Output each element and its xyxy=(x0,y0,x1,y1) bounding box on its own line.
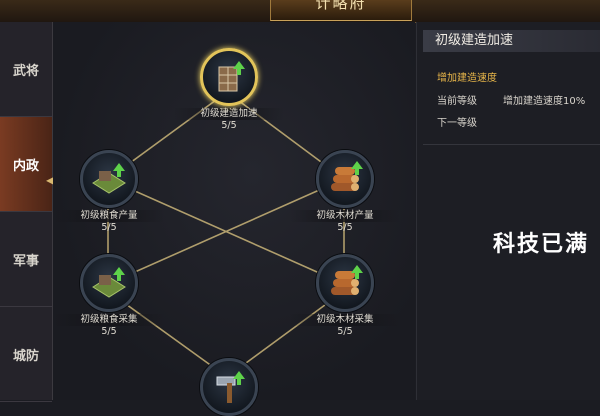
tech-node-build-speed-button[interactable] xyxy=(200,48,258,106)
current-level-label: 当前等级 xyxy=(437,96,477,107)
tech-maxed-status: 科技已满 xyxy=(493,232,590,257)
tech-node-level: 5/5 xyxy=(101,326,117,337)
hammer-icon xyxy=(216,371,245,403)
tab-military[interactable]: 军事 xyxy=(0,212,52,307)
tech-node-label: 初级粮食采集 xyxy=(54,314,164,326)
detail-title: 初级建造加速 xyxy=(423,30,600,52)
tech-node-label: 初级木材采集 xyxy=(290,314,400,326)
tech-detail-panel: 初级建造加速 增加建造速度 当前等级 增加建造速度10% 下一等级 科技已满 xyxy=(416,22,600,400)
tech-node-wood-output[interactable]: 初级木材产量 5/5 xyxy=(290,150,400,234)
tech-node-level: 5/5 xyxy=(337,326,353,337)
tech-node-level: 5/5 xyxy=(337,222,353,233)
tech-node-grain-gather[interactable]: 初级粮食采集 5/5 xyxy=(54,254,164,338)
page-title: 计略府 xyxy=(315,0,367,12)
page-title-plate: 计略府 xyxy=(270,0,412,21)
tech-node-label: 初级建造加速 xyxy=(174,108,284,120)
detail-divider xyxy=(423,144,600,145)
detail-subtitle: 增加建造速度 xyxy=(437,73,497,84)
top-bar: 计略府 xyxy=(0,0,600,23)
tech-node-level: 5/5 xyxy=(221,120,237,131)
grain-field-icon xyxy=(92,163,126,194)
tech-node-label: 初级木材产量 xyxy=(290,210,400,222)
tech-node-build-speed[interactable]: 初级建造加速 5/5 xyxy=(174,48,284,132)
tech-node-grain-output[interactable]: 初级粮食产量 5/5 xyxy=(54,150,164,234)
tech-node-wood-gather[interactable]: 初级木材采集 5/5 xyxy=(290,254,400,338)
next-level-label: 下一等级 xyxy=(437,118,477,129)
tech-node-wood-gather-button[interactable] xyxy=(316,254,374,312)
tech-node-wood-output-button[interactable] xyxy=(316,150,374,208)
construction-scaffold-icon xyxy=(218,61,245,92)
tech-node-hammer-button[interactable] xyxy=(200,358,258,416)
tech-node-level: 5/5 xyxy=(101,222,117,233)
category-sidebar: 武将 内政 军事 城防 ◀ xyxy=(0,22,55,402)
tech-node-hammer[interactable] xyxy=(174,358,284,416)
tab-defense[interactable]: 城防 xyxy=(0,307,52,402)
tab-domestic[interactable]: 内政 xyxy=(0,117,52,212)
grain-field-icon xyxy=(92,267,126,298)
tech-tree: 初级建造加速 5/5 初级粮食产量 5/5 初级木材产量 5/5 初级粮食采集 … xyxy=(53,22,415,416)
current-level-value: 增加建造速度10% xyxy=(503,96,586,107)
tech-node-grain-gather-button[interactable] xyxy=(80,254,138,312)
tech-node-grain-output-button[interactable] xyxy=(80,150,138,208)
lumber-logs-icon xyxy=(331,161,363,191)
lumber-logs-icon xyxy=(331,265,363,295)
tab-generals[interactable]: 武将 xyxy=(0,22,52,117)
tech-node-label: 初级粮食产量 xyxy=(54,210,164,222)
